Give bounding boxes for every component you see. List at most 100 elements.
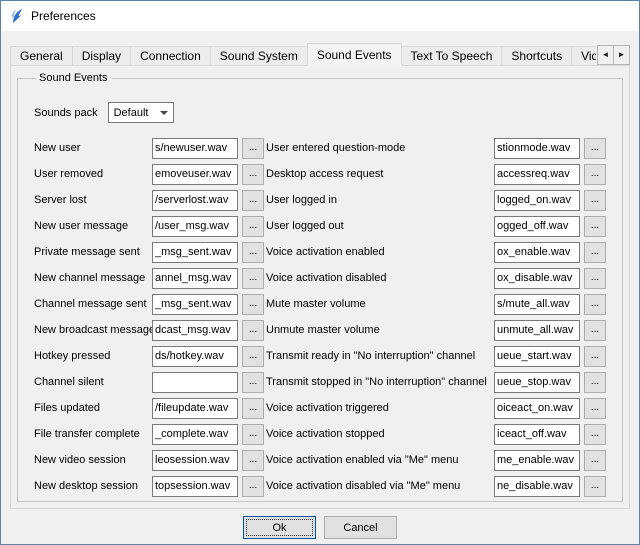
tab-scroll-control: ◄ ►	[596, 45, 630, 65]
sound-file-input[interactable]	[494, 450, 580, 471]
titlebar: Preferences	[1, 1, 639, 31]
browse-button[interactable]: ...	[584, 216, 606, 237]
browse-button[interactable]: ...	[242, 164, 264, 185]
sounds-pack-value: Default	[114, 107, 149, 119]
browse-button[interactable]: ...	[584, 424, 606, 445]
tab-general[interactable]: General	[10, 46, 73, 66]
sound-file-input[interactable]	[494, 138, 580, 159]
sound-events-groupbox: Sound Events Sounds pack Default New use…	[17, 72, 623, 502]
sound-event-label: Channel silent	[34, 376, 152, 388]
sound-file-input[interactable]	[494, 268, 580, 289]
browse-button[interactable]: ...	[584, 164, 606, 185]
sound-file-input[interactable]	[152, 424, 238, 445]
browse-button[interactable]: ...	[242, 424, 264, 445]
sound-event-label: Unmute master volume	[266, 324, 494, 336]
sound-event-label: Mute master volume	[266, 298, 494, 310]
tab-sound-system[interactable]: Sound System	[210, 46, 308, 66]
window-title: Preferences	[31, 9, 96, 23]
browse-button[interactable]: ...	[584, 450, 606, 471]
groupbox-title: Sound Events	[36, 72, 111, 84]
browse-button[interactable]: ...	[584, 138, 606, 159]
app-icon	[9, 8, 25, 24]
sound-events-grid: New user...User entered question-mode...…	[34, 135, 616, 499]
sound-event-label: Transmit ready in "No interruption" chan…	[266, 350, 494, 362]
browse-button[interactable]: ...	[584, 294, 606, 315]
sound-event-label: New broadcast message	[34, 324, 152, 336]
sound-event-label: New desktop session	[34, 480, 152, 492]
sound-file-input[interactable]	[152, 398, 238, 419]
sound-event-label: Channel message sent	[34, 298, 152, 310]
sound-file-input[interactable]	[152, 294, 238, 315]
sound-event-label: Voice activation enabled via "Me" menu	[266, 454, 494, 466]
browse-button[interactable]: ...	[242, 398, 264, 419]
browse-button[interactable]: ...	[242, 190, 264, 211]
browse-button[interactable]: ...	[584, 372, 606, 393]
browse-button[interactable]: ...	[242, 372, 264, 393]
browse-button[interactable]: ...	[242, 138, 264, 159]
browse-button[interactable]: ...	[242, 242, 264, 263]
sound-file-input[interactable]	[494, 320, 580, 341]
sound-file-input[interactable]	[494, 372, 580, 393]
sound-event-label: Voice activation disabled	[266, 272, 494, 284]
sound-file-input[interactable]	[494, 346, 580, 367]
sound-file-input[interactable]	[494, 164, 580, 185]
tab-text-to-speech[interactable]: Text To Speech	[401, 46, 503, 66]
cancel-button[interactable]: Cancel	[324, 516, 397, 539]
sound-event-label: User removed	[34, 168, 152, 180]
browse-button[interactable]: ...	[584, 320, 606, 341]
sound-file-input[interactable]	[494, 294, 580, 315]
sound-file-input[interactable]	[494, 242, 580, 263]
sound-event-label: Voice activation enabled	[266, 246, 494, 258]
browse-button[interactable]: ...	[242, 320, 264, 341]
chevron-down-icon	[160, 111, 168, 115]
browse-button[interactable]: ...	[242, 268, 264, 289]
browse-button[interactable]: ...	[242, 346, 264, 367]
tab-scroll-right-icon[interactable]: ►	[613, 45, 630, 65]
tab-bar: GeneralDisplayConnectionSound SystemSoun…	[10, 43, 630, 66]
tab-display[interactable]: Display	[72, 46, 131, 66]
preferences-window: Preferences GeneralDisplayConnectionSoun…	[0, 0, 640, 545]
browse-button[interactable]: ...	[584, 398, 606, 419]
sound-event-label: User entered question-mode	[266, 142, 494, 154]
sound-event-label: Files updated	[34, 402, 152, 414]
sound-event-label: Voice activation disabled via "Me" menu	[266, 480, 494, 492]
sounds-pack-row: Sounds pack Default	[34, 102, 616, 123]
browse-button[interactable]: ...	[242, 294, 264, 315]
sound-event-label: Private message sent	[34, 246, 152, 258]
browse-button[interactable]: ...	[584, 346, 606, 367]
sound-event-label: Hotkey pressed	[34, 350, 152, 362]
sound-event-label: Server lost	[34, 194, 152, 206]
sound-file-input[interactable]	[152, 346, 238, 367]
sound-file-input[interactable]	[494, 190, 580, 211]
browse-button[interactable]: ...	[242, 450, 264, 471]
sound-file-input[interactable]	[494, 216, 580, 237]
sound-file-input[interactable]	[152, 450, 238, 471]
sounds-pack-select[interactable]: Default	[108, 102, 174, 123]
browse-button[interactable]: ...	[584, 268, 606, 289]
sound-file-input[interactable]	[152, 320, 238, 341]
sound-file-input[interactable]	[152, 268, 238, 289]
sound-event-label: New video session	[34, 454, 152, 466]
sound-file-input[interactable]	[152, 476, 238, 497]
sound-file-input[interactable]	[152, 164, 238, 185]
browse-button[interactable]: ...	[242, 476, 264, 497]
sound-file-input[interactable]	[152, 372, 238, 393]
sound-event-label: New user	[34, 142, 152, 154]
sound-file-input[interactable]	[494, 424, 580, 445]
sound-file-input[interactable]	[152, 190, 238, 211]
sound-file-input[interactable]	[152, 216, 238, 237]
tab-scroll-left-icon[interactable]: ◄	[597, 45, 614, 65]
sound-file-input[interactable]	[152, 242, 238, 263]
tab-connection[interactable]: Connection	[130, 46, 211, 66]
sound-file-input[interactable]	[494, 398, 580, 419]
tab-shortcuts[interactable]: Shortcuts	[501, 46, 572, 66]
tab-sound-events[interactable]: Sound Events	[307, 43, 402, 66]
dialog-content: GeneralDisplayConnectionSound SystemSoun…	[1, 31, 639, 544]
sound-file-input[interactable]	[152, 138, 238, 159]
sound-file-input[interactable]	[494, 476, 580, 497]
browse-button[interactable]: ...	[584, 190, 606, 211]
browse-button[interactable]: ...	[584, 476, 606, 497]
browse-button[interactable]: ...	[584, 242, 606, 263]
ok-button[interactable]: Ok	[243, 516, 316, 539]
browse-button[interactable]: ...	[242, 216, 264, 237]
